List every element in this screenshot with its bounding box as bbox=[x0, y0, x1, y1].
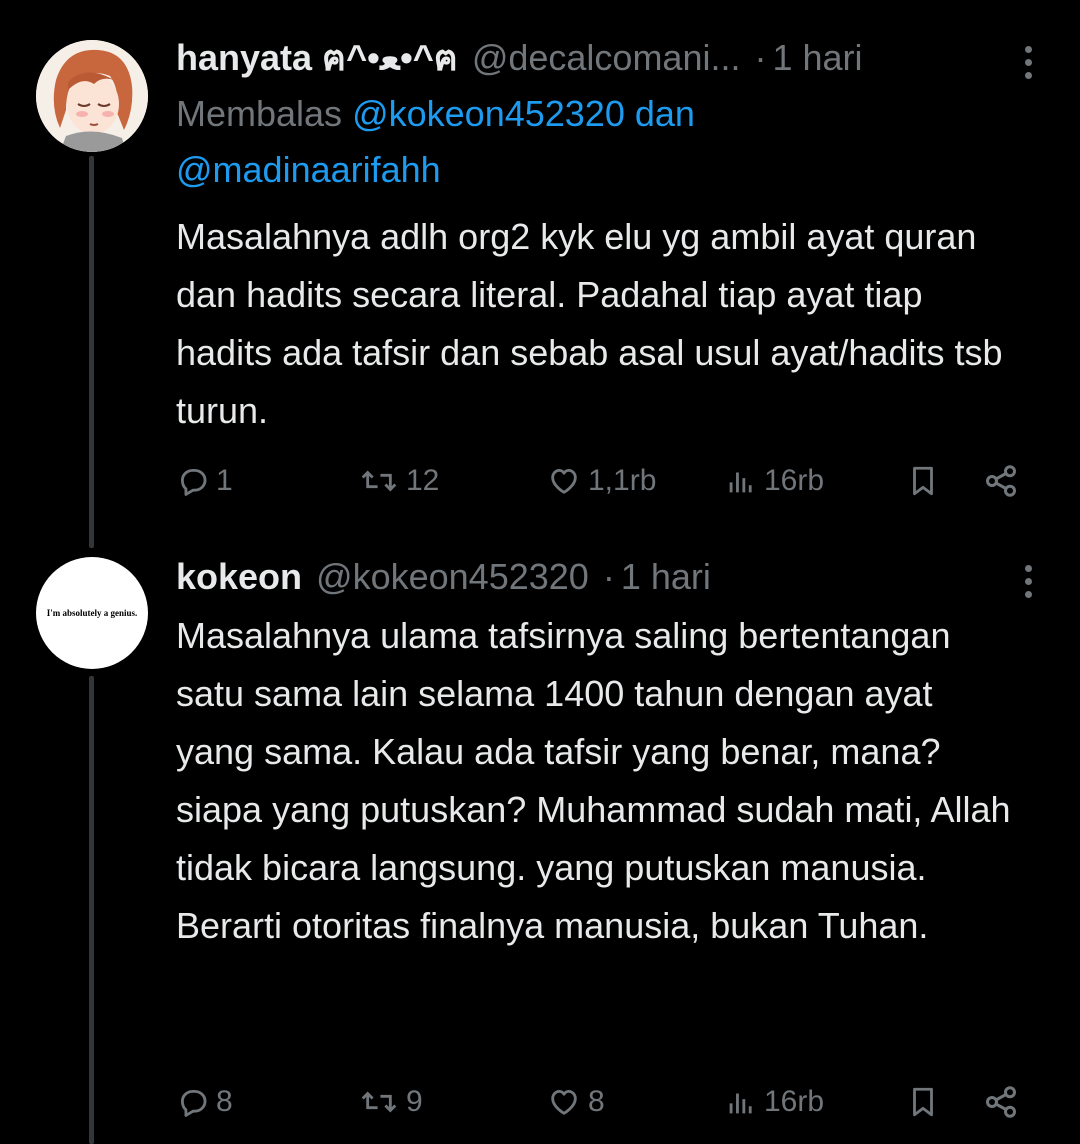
reply-context: Membalas @kokeon452320 dan @madinaarifah… bbox=[176, 86, 1020, 198]
like-count: 8 bbox=[588, 1085, 605, 1118]
heart-icon bbox=[551, 1089, 577, 1115]
tweet-header: hanyata ฅ^•ﻌ•^ฅ @decalcomani... · 1 hari bbox=[176, 36, 1020, 80]
display-name[interactable]: hanyata ฅ^•ﻌ•^ฅ bbox=[176, 36, 458, 80]
share-icon bbox=[986, 465, 1016, 497]
like-count: 1,1rb bbox=[588, 464, 657, 497]
anime-avatar-icon bbox=[36, 40, 148, 152]
avatar[interactable] bbox=[36, 40, 148, 152]
more-options-icon[interactable] bbox=[1008, 40, 1048, 84]
share-button[interactable] bbox=[982, 1077, 1020, 1127]
like-button[interactable]: 1,1rb bbox=[546, 456, 656, 506]
repost-button[interactable]: 9 bbox=[358, 1077, 423, 1127]
display-name[interactable]: kokeon bbox=[176, 555, 302, 599]
user-handle[interactable]: @decalcomani... bbox=[472, 36, 741, 80]
repost-button[interactable]: 12 bbox=[358, 456, 439, 506]
views-button[interactable]: 16rb bbox=[724, 456, 824, 506]
views-icon bbox=[729, 472, 752, 493]
reply-count: 8 bbox=[216, 1085, 233, 1118]
user-handle[interactable]: @kokeon452320 bbox=[316, 555, 589, 599]
bookmark-icon bbox=[913, 466, 933, 496]
separator-dot: · bbox=[602, 556, 615, 597]
views-icon bbox=[729, 1093, 752, 1114]
timestamp[interactable]: 1 hari bbox=[772, 36, 862, 80]
views-count: 16rb bbox=[764, 1085, 825, 1118]
reply-mention-link[interactable]: @madinaarifahh bbox=[176, 149, 441, 190]
reply-button[interactable]: 1 bbox=[176, 456, 233, 506]
repost-icon bbox=[361, 1091, 397, 1113]
tweet-text: Masalahnya ulama tafsirnya saling berten… bbox=[176, 615, 1011, 946]
like-button[interactable]: 8 bbox=[546, 1077, 605, 1127]
timestamp[interactable]: 1 hari bbox=[621, 555, 711, 599]
thread-line bbox=[89, 676, 94, 1144]
tweet-header: kokeon @kokeon452320 · 1 hari bbox=[176, 555, 1020, 599]
repost-icon bbox=[361, 470, 397, 492]
reply-button[interactable]: 8 bbox=[176, 1077, 233, 1127]
bookmark-button[interactable] bbox=[906, 1077, 940, 1127]
repost-count: 9 bbox=[406, 1085, 423, 1118]
reply-count: 1 bbox=[216, 464, 233, 497]
bookmark-button[interactable] bbox=[906, 456, 940, 506]
avatar[interactable]: I'm absolutely a genius. bbox=[36, 557, 148, 669]
separator-dot: · bbox=[754, 37, 767, 78]
tweet-actions: 1 12 1,1rb 16rb bbox=[176, 456, 1036, 506]
reply-icon bbox=[180, 468, 207, 496]
views-button[interactable]: 16rb bbox=[724, 1077, 824, 1127]
share-icon bbox=[986, 1086, 1016, 1118]
text-avatar-icon: I'm absolutely a genius. bbox=[46, 608, 138, 618]
bookmark-icon bbox=[913, 1087, 933, 1117]
views-count: 16rb bbox=[764, 464, 825, 497]
tweet-text: Masalahnya adlh org2 kyk elu yg ambil ay… bbox=[176, 216, 1003, 431]
more-options-icon[interactable] bbox=[1008, 559, 1048, 603]
reply-joiner: dan bbox=[634, 93, 695, 134]
repost-count: 12 bbox=[406, 464, 440, 497]
tweet-actions: 8 9 8 16rb bbox=[176, 1077, 1036, 1127]
reply-icon bbox=[180, 1089, 207, 1117]
reply-mention-link[interactable]: @kokeon452320 bbox=[352, 93, 625, 134]
share-button[interactable] bbox=[982, 456, 1020, 506]
heart-icon bbox=[551, 468, 577, 494]
reply-prefix: Membalas bbox=[176, 93, 343, 134]
thread-line bbox=[89, 156, 94, 548]
